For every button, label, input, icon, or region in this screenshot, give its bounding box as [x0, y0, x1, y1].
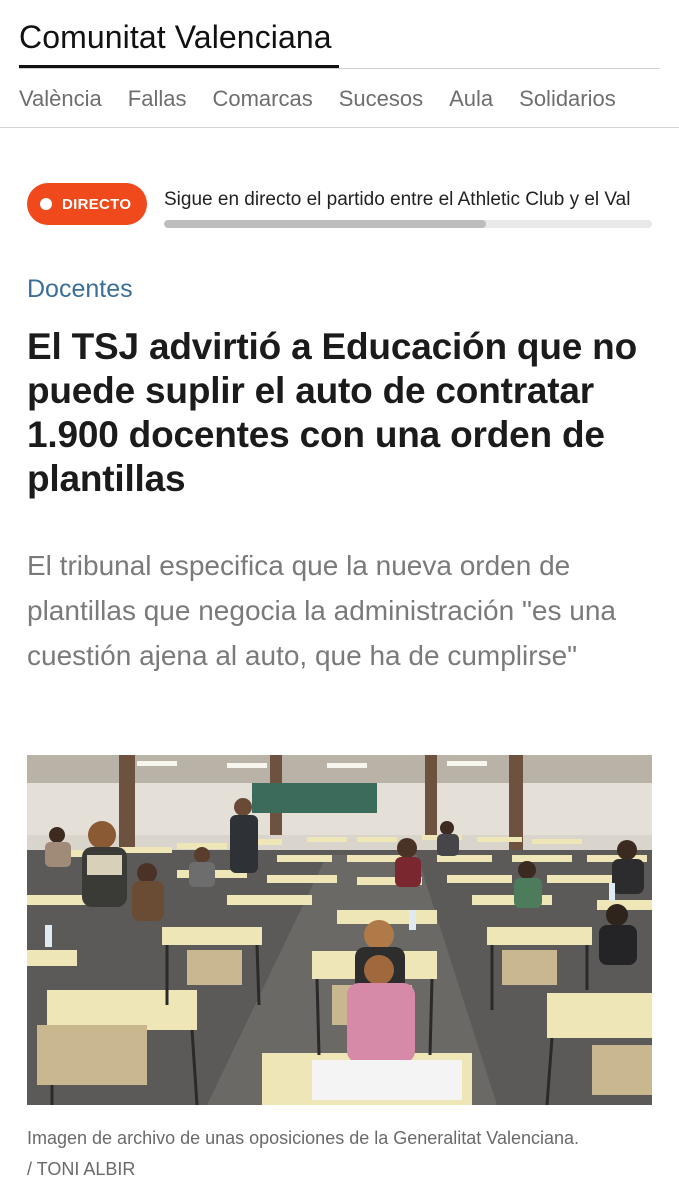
header-divider — [19, 68, 660, 69]
nav-item-comarcas[interactable]: Comarcas — [212, 84, 312, 114]
live-headline-link[interactable]: Sigue en directo el partido entre el Ath… — [164, 186, 652, 214]
live-progress-fill — [164, 220, 487, 228]
section-nav: València Fallas Comarcas Sucesos Aula So… — [19, 84, 616, 114]
article-page: Comunitat Valenciana València Fallas Com… — [0, 0, 679, 1200]
section-header: Comunitat Valenciana — [0, 0, 679, 70]
live-badge-label: DIRECTO — [62, 195, 132, 213]
photo-caption: Imagen de archivo de unas oposiciones de… — [27, 1128, 580, 1148]
article-photo — [27, 755, 652, 1105]
live-dot-icon — [40, 198, 52, 210]
nav-item-sucesos[interactable]: Sucesos — [339, 84, 423, 114]
live-progress-bar — [164, 220, 652, 228]
nav-divider — [0, 127, 679, 128]
nav-item-aula[interactable]: Aula — [449, 84, 493, 114]
nav-item-solidarios[interactable]: Solidarios — [519, 84, 616, 114]
live-badge[interactable]: DIRECTO — [27, 183, 147, 225]
exam-hall-photo — [27, 755, 652, 1105]
article-headline: El TSJ advirtió a Educación que no puede… — [27, 326, 637, 499]
article-subheadline: El tribunal especifica que la nueva orde… — [27, 550, 616, 671]
article-category[interactable]: Docentes — [27, 272, 133, 306]
section-title[interactable]: Comunitat Valenciana — [19, 18, 332, 56]
nav-item-valencia[interactable]: València — [19, 84, 102, 114]
photo-credit: / TONI ALBIR — [27, 1159, 136, 1179]
nav-item-fallas[interactable]: Fallas — [128, 84, 187, 114]
